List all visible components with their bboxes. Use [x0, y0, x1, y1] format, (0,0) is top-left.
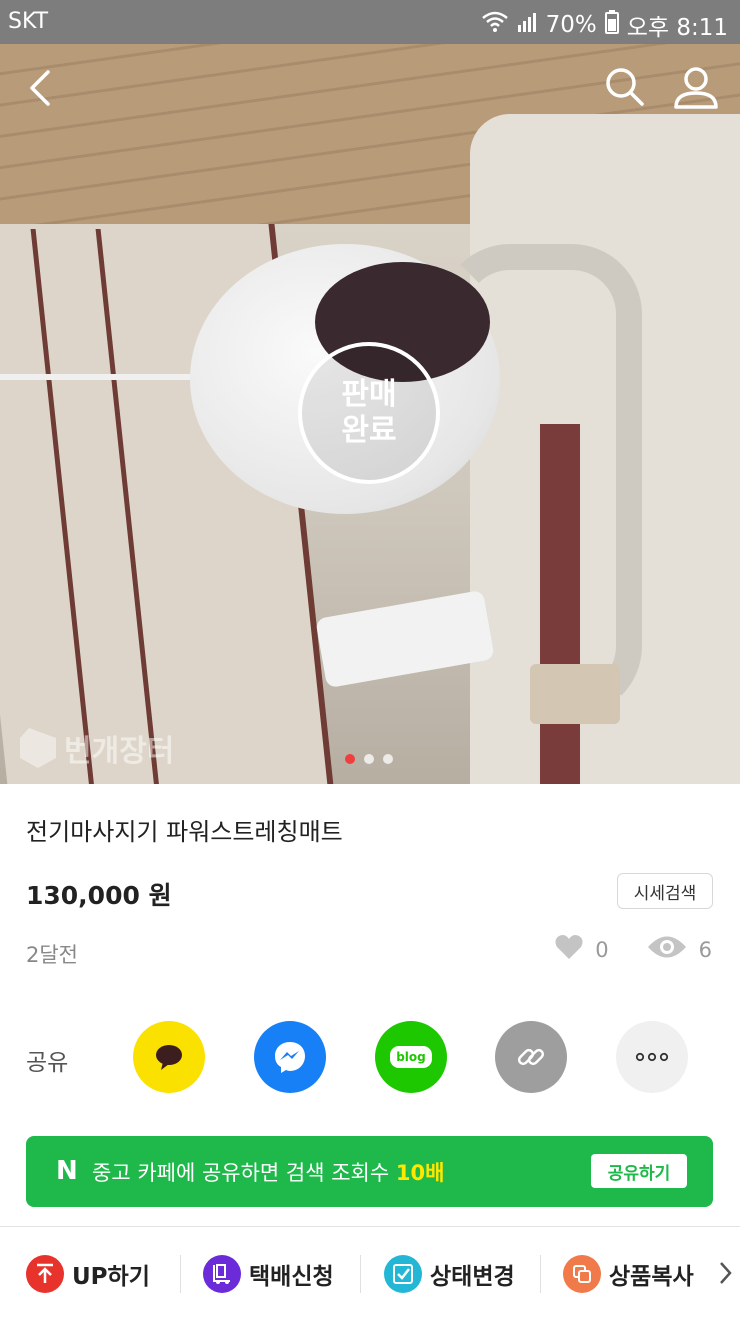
lightning-logo-icon: [20, 728, 56, 768]
naver-logo-icon: N: [56, 1156, 78, 1186]
sold-out-badge: 판매 완료: [298, 342, 440, 484]
delivery-icon: [203, 1255, 241, 1293]
share-link-button[interactable]: [495, 1021, 567, 1093]
bottom-action-bar: UP하기 택배신청 상태변경 상품복사: [0, 1226, 740, 1317]
arrow-up-icon: [26, 1255, 64, 1293]
blog-icon: blog: [390, 1046, 432, 1068]
share-more-button[interactable]: [616, 1021, 688, 1093]
carousel-dot[interactable]: [364, 754, 374, 764]
chevron-right-icon: [720, 1262, 732, 1284]
photo-strap: [530, 664, 620, 724]
divider: [360, 1255, 361, 1293]
more-dots-icon: [635, 1052, 669, 1062]
profile-button[interactable]: [672, 66, 720, 110]
carousel-dots: [345, 754, 393, 764]
delivery-button-label: 택배신청: [249, 1264, 334, 1290]
copy-button-label: 상품복사: [609, 1264, 694, 1290]
share-blog-button[interactable]: blog: [375, 1021, 447, 1093]
signal-icon: [516, 11, 538, 39]
up-button-label: UP하기: [72, 1264, 150, 1290]
messenger-icon: [275, 1042, 305, 1073]
carousel-dot[interactable]: [383, 754, 393, 764]
battery-icon: [604, 10, 619, 40]
divider: [540, 1255, 541, 1293]
checkbox-icon: [384, 1255, 422, 1293]
watermark-text: 번개장터: [64, 734, 175, 769]
heart-icon[interactable]: [555, 934, 583, 965]
eye-icon: [647, 934, 687, 965]
copy-icon: [563, 1255, 601, 1293]
product-stats: 0 6: [555, 934, 712, 965]
share-label: 공유: [26, 1050, 69, 1076]
user-icon: [674, 67, 718, 109]
share-messenger-button[interactable]: [254, 1021, 326, 1093]
banner-message: 중고 카페에 공유하면 검색 조회수 10배: [92, 1157, 444, 1187]
sold-badge-line1: 판매: [341, 377, 397, 412]
up-button[interactable]: UP하기: [26, 1255, 150, 1293]
carousel-dot[interactable]: [345, 754, 355, 764]
product-image-carousel[interactable]: 판매 완료 번개장터: [0, 44, 740, 784]
sold-badge-line2: 완료: [341, 413, 397, 448]
link-icon: [517, 1048, 545, 1066]
clock: 오후 8:11: [626, 15, 728, 41]
posted-time: 2달전: [26, 943, 79, 967]
view-count: 6: [698, 937, 712, 962]
back-button[interactable]: [22, 66, 66, 110]
scroll-right-button[interactable]: [718, 1259, 734, 1291]
status-change-button[interactable]: 상태변경: [384, 1255, 515, 1293]
banner-message-text: 중고 카페에 공유하면 검색 조회수: [92, 1161, 396, 1185]
status-button-label: 상태변경: [430, 1264, 515, 1290]
copy-product-button[interactable]: 상품복사: [563, 1255, 694, 1293]
share-kakao-button[interactable]: [133, 1021, 205, 1093]
search-button[interactable]: [604, 66, 646, 108]
watermark: 번개장터: [20, 726, 174, 770]
chevron-left-icon: [30, 70, 50, 106]
banner-highlight: 10배: [395, 1161, 445, 1185]
naver-cafe-share-banner[interactable]: N 중고 카페에 공유하면 검색 조회수 10배 공유하기: [26, 1136, 713, 1207]
divider: [180, 1255, 181, 1293]
search-icon: [606, 68, 644, 106]
product-title: 전기마사지기 파워스트레칭매트: [26, 818, 343, 846]
photo-cable: [0, 374, 200, 380]
product-price: 130,000 원: [26, 881, 172, 910]
battery-percent: 70%: [545, 12, 597, 38]
delivery-request-button[interactable]: 택배신청: [203, 1255, 334, 1293]
status-bar: SKT 70% 오후 8:11: [0, 0, 740, 44]
like-count: 0: [595, 937, 609, 962]
carrier-label: SKT: [8, 9, 49, 34]
naver-share-button[interactable]: 공유하기: [591, 1154, 687, 1188]
price-search-button[interactable]: 시세검색: [617, 873, 713, 909]
kakao-talk-icon: [156, 1045, 182, 1070]
wifi-icon: [481, 11, 508, 39]
